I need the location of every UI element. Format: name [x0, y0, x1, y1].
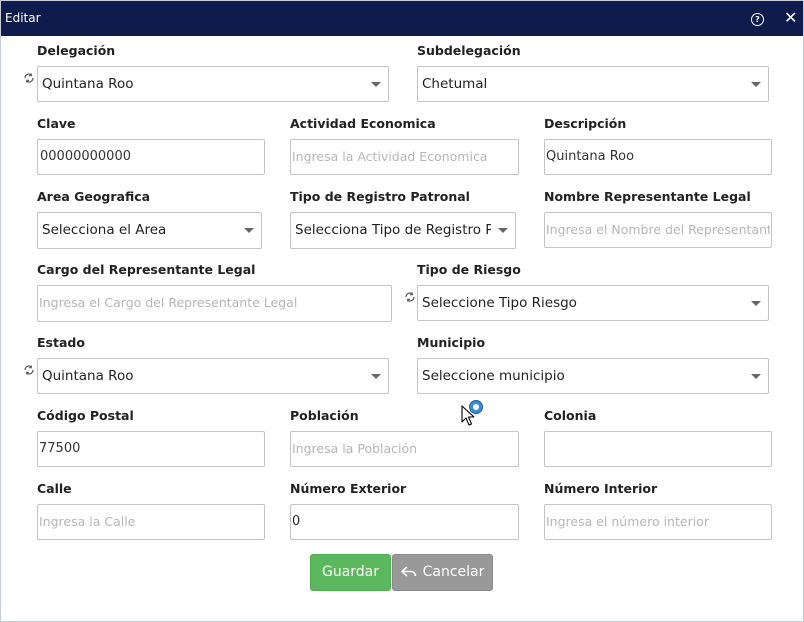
estado-select[interactable]: Quintana Roo: [37, 358, 389, 394]
area-label: Area Geografica: [37, 189, 151, 204]
chevron-down-icon: [498, 228, 508, 233]
calle-label: Calle: [37, 481, 72, 496]
actividad-label: Actividad Economica: [290, 116, 436, 131]
num-interior-input[interactable]: Ingresa el número interior: [544, 504, 772, 540]
estado-label: Estado: [37, 335, 85, 350]
area-value: Selecciona el Area: [42, 222, 167, 238]
delegacion-value: Quintana Roo: [42, 76, 134, 92]
municipio-value: Seleccione municipio: [422, 368, 565, 384]
actividad-placeholder: Ingresa la Actividad Economica: [292, 149, 488, 164]
calle-input[interactable]: Ingresa la Calle: [37, 504, 265, 540]
num-exterior-input[interactable]: 0: [290, 504, 519, 540]
dialog-title: Editar: [5, 11, 41, 25]
subdelegacion-select[interactable]: Chetumal: [417, 66, 769, 102]
poblacion-placeholder: Ingresa la Población: [292, 441, 418, 456]
cursor-icon: [461, 400, 483, 426]
help-icon[interactable]: ?: [751, 13, 764, 26]
num-exterior-label: Número Exterior: [290, 481, 407, 496]
colonia-label: Colonia: [544, 408, 597, 423]
chevron-down-icon: [371, 82, 381, 87]
poblacion-label: Población: [290, 408, 359, 423]
chevron-down-icon: [244, 228, 254, 233]
calle-placeholder: Ingresa la Calle: [39, 514, 136, 529]
actividad-input[interactable]: Ingresa la Actividad Economica: [290, 139, 519, 175]
subdelegacion-value: Chetumal: [422, 76, 488, 92]
chevron-down-icon: [371, 374, 381, 379]
chevron-down-icon: [751, 301, 761, 306]
tipo-registro-select[interactable]: Selecciona Tipo de Registro P: [290, 212, 516, 249]
chevron-down-icon: [751, 82, 761, 87]
delegacion-label: Delegación: [37, 43, 116, 58]
clave-value: 00000000000: [40, 149, 131, 164]
cancel-button[interactable]: Cancelar: [392, 554, 493, 591]
cargo-placeholder: Ingresa el Cargo del Representante Legal: [39, 295, 298, 310]
clave-label: Clave: [37, 116, 76, 131]
tipo-riesgo-value: Seleccione Tipo Riesgo: [422, 295, 577, 311]
num-exterior-value: 0: [292, 514, 301, 529]
descripcion-input[interactable]: Quintana Roo: [544, 139, 772, 175]
tipo-registro-label: Tipo de Registro Patronal: [290, 189, 470, 204]
refresh-icon[interactable]: [404, 291, 416, 303]
representante-label: Nombre Representante Legal: [544, 189, 751, 204]
cargo-input[interactable]: Ingresa el Cargo del Representante Legal: [37, 285, 392, 322]
chevron-down-icon: [751, 374, 761, 379]
subdelegacion-label: Subdelegación: [417, 43, 521, 58]
num-interior-label: Número Interior: [544, 481, 658, 496]
descripcion-label: Descripción: [544, 116, 627, 131]
municipio-select[interactable]: Seleccione municipio: [417, 358, 769, 394]
save-button[interactable]: Guardar: [310, 554, 391, 591]
refresh-icon[interactable]: [23, 364, 35, 376]
representante-input[interactable]: Ingresa el Nombre del Representante: [544, 212, 772, 248]
cargo-label: Cargo del Representante Legal: [37, 262, 256, 277]
cancel-label: Cancelar: [422, 564, 485, 580]
codigo-postal-input[interactable]: 77500: [37, 431, 265, 467]
clave-input[interactable]: 00000000000: [37, 139, 265, 175]
close-icon[interactable]: ✕: [784, 9, 797, 27]
descripcion-value: Quintana Roo: [546, 149, 635, 164]
num-interior-placeholder: Ingresa el número interior: [546, 514, 709, 529]
codigo-postal-value: 77500: [39, 441, 81, 456]
municipio-label: Municipio: [417, 335, 486, 350]
colonia-input[interactable]: [544, 431, 772, 467]
poblacion-input[interactable]: Ingresa la Población: [290, 431, 519, 467]
tipo-registro-value: Selecciona Tipo de Registro P: [295, 222, 491, 238]
codigo-postal-label: Código Postal: [37, 408, 134, 423]
representante-placeholder: Ingresa el Nombre del Representante: [546, 222, 770, 237]
reply-icon: [400, 566, 416, 577]
tipo-riesgo-select[interactable]: Seleccione Tipo Riesgo: [417, 285, 769, 321]
edit-dialog: Editar ? ✕ Delegación Quintana Roo Subde…: [0, 0, 804, 622]
dialog-titlebar: Editar ? ✕: [1, 1, 803, 36]
area-select[interactable]: Selecciona el Area: [37, 212, 262, 249]
refresh-icon[interactable]: [23, 72, 35, 84]
delegacion-select[interactable]: Quintana Roo: [37, 66, 389, 102]
save-label: Guardar: [321, 564, 380, 580]
tipo-riesgo-label: Tipo de Riesgo: [417, 262, 521, 277]
estado-value: Quintana Roo: [42, 368, 134, 384]
